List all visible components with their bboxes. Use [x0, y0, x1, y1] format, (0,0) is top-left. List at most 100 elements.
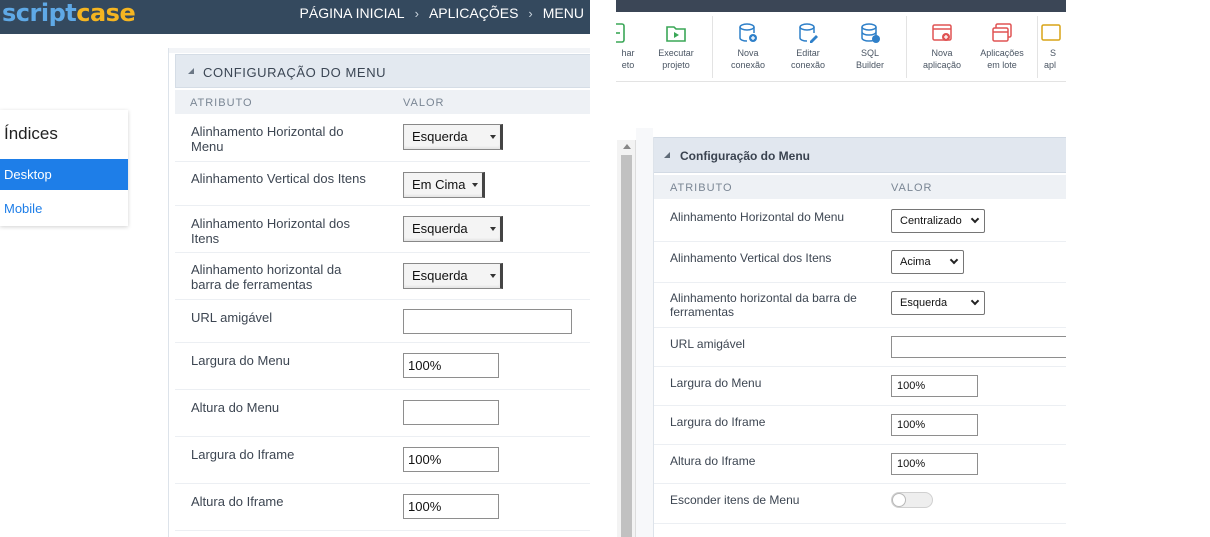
- top-navigation-bar: scriptcase PÁGINA INICIAL › APLICAÇÕES ›…: [0, 0, 590, 34]
- table-row: Alinhamento Vertical dos Itens Acima: [654, 242, 1066, 283]
- batch-apps-icon: [991, 22, 1013, 44]
- chevron-down-icon: [949, 255, 959, 265]
- toolbar-separator: [906, 16, 907, 78]
- vertical-items-alignment-select[interactable]: Acima: [891, 250, 964, 274]
- edit-connection-button[interactable]: Editar conexão: [778, 22, 838, 71]
- row-label: Alinhamento Horizontal do Menu: [670, 210, 845, 224]
- table-row: URL amigável: [175, 300, 590, 343]
- toolbar-alignment-select[interactable]: Esquerda: [403, 263, 503, 289]
- panel-header[interactable]: CONFIGURAÇÃO DO MENU: [175, 54, 590, 88]
- table-row: Alinhamento Vertical dos Itens Em Cima: [175, 162, 590, 206]
- indices-title: Índices: [4, 124, 58, 143]
- table-row: Largura do Iframe 100%: [654, 406, 1066, 445]
- database-sql-icon: [859, 22, 881, 44]
- menu-config-panel: CONFIGURAÇÃO DO MENU ATRIBUTO VALOR Alin…: [168, 48, 590, 537]
- dropdown-caret-icon: [490, 227, 496, 231]
- panel-header[interactable]: Configuração do Menu: [654, 137, 1066, 173]
- nav-link-home[interactable]: PÁGINA INICIAL: [300, 5, 405, 21]
- iframe-width-input[interactable]: 100%: [403, 447, 499, 472]
- row-label: Alinhamento horizontal da barra de ferra…: [670, 291, 857, 319]
- chevron-down-icon: [970, 214, 980, 224]
- row-label: Alinhamento Horizontal dos Itens: [191, 216, 350, 246]
- toolbar-separator: [1037, 16, 1038, 78]
- table-row: Altura do Iframe 100%: [654, 445, 1066, 484]
- indices-item-mobile[interactable]: Mobile: [0, 193, 128, 224]
- main-toolbar: har eto Executar projeto Nova conexão Ed…: [616, 12, 1066, 82]
- row-label: Largura do Iframe: [191, 447, 295, 462]
- iframe-width-input[interactable]: 100%: [891, 414, 978, 436]
- table-row: Largura do Iframe 100%: [175, 437, 590, 484]
- table-row: Largura do Menu 100%: [654, 367, 1066, 406]
- row-label: URL amigável: [191, 310, 273, 325]
- chevron-down-icon: [970, 296, 980, 306]
- column-header: ATRIBUTO VALOR: [654, 175, 1066, 199]
- indices-item-desktop[interactable]: Desktop: [0, 159, 128, 190]
- toolbar-button-partial[interactable]: har eto: [616, 22, 646, 71]
- document-icon: [616, 22, 627, 44]
- menu-config-panel: Configuração do Menu ATRIBUTO VALOR Alin…: [653, 137, 1066, 537]
- row-label: Alinhamento Vertical dos Itens: [670, 251, 832, 265]
- row-label: Altura do Menu: [191, 400, 280, 415]
- database-edit-icon: [797, 22, 819, 44]
- menu-width-input[interactable]: 100%: [891, 375, 978, 397]
- toolbar-alignment-select[interactable]: Esquerda: [891, 291, 985, 315]
- toolbar-separator: [712, 16, 713, 78]
- table-row: Largura do Menu 100%: [175, 343, 590, 390]
- breadcrumb: PÁGINA INICIAL › APLICAÇÕES › MENU: [300, 5, 584, 21]
- hide-menu-items-toggle[interactable]: [891, 492, 933, 508]
- row-label: Largura do Iframe: [670, 415, 766, 429]
- friendly-url-input[interactable]: [891, 336, 1066, 358]
- play-folder-icon: [665, 22, 687, 44]
- dropdown-caret-icon: [490, 135, 496, 139]
- horizontal-menu-alignment-select[interactable]: Centralizado: [891, 209, 985, 233]
- collapse-triangle-icon: [188, 68, 194, 74]
- scriptcase-logo[interactable]: scriptcase: [2, 0, 136, 26]
- nav-link-applications[interactable]: APLICAÇÕES: [429, 5, 518, 21]
- row-label: Alinhamento horizontal da barra de ferra…: [191, 262, 342, 292]
- table-row: Alinhamento Horizontal do Menu Esquerda: [175, 114, 590, 162]
- database-add-icon: [737, 22, 759, 44]
- new-connection-button[interactable]: Nova conexão: [718, 22, 778, 71]
- new-app-icon: [931, 22, 953, 44]
- row-label: Largura do Menu: [670, 376, 762, 390]
- iframe-height-input[interactable]: 100%: [403, 494, 499, 519]
- scriptcase-app-screenshot: har eto Executar projeto Nova conexão Ed…: [616, 0, 1066, 537]
- breadcrumb-separator-icon: ›: [414, 5, 419, 21]
- row-label: Alinhamento Horizontal do Menu: [191, 124, 344, 154]
- column-attribute: ATRIBUTO: [190, 97, 253, 109]
- vertical-scrollbar[interactable]: [617, 140, 636, 537]
- table-row: Esconder itens de Menu: [654, 484, 1066, 524]
- column-header: ATRIBUTO VALOR: [175, 90, 590, 114]
- menu-height-input[interactable]: [403, 400, 499, 425]
- toolbar-button-partial[interactable]: S apl: [1040, 22, 1066, 71]
- toggle-knob: [892, 493, 906, 507]
- table-row: Altura do Menu: [175, 390, 590, 437]
- horizontal-menu-alignment-select[interactable]: Esquerda: [403, 124, 503, 150]
- menu-width-input[interactable]: 100%: [403, 353, 499, 378]
- table-row: URL amigável: [654, 328, 1066, 367]
- scroll-up-icon[interactable]: [623, 144, 631, 149]
- run-project-button[interactable]: Executar projeto: [646, 22, 706, 71]
- iframe-height-input[interactable]: 100%: [891, 453, 978, 475]
- column-value: VALOR: [403, 97, 445, 109]
- row-label: Altura do Iframe: [191, 494, 284, 509]
- column-attribute: ATRIBUTO: [670, 182, 733, 194]
- panel-tabs-strip: [169, 48, 590, 53]
- new-application-button[interactable]: Nova aplicação: [912, 22, 972, 71]
- panel-title: CONFIGURAÇÃO DO MENU: [203, 65, 387, 80]
- table-row: Alinhamento horizontal da barra de ferra…: [175, 253, 590, 300]
- row-label: Altura do Iframe: [670, 454, 756, 468]
- batch-applications-button[interactable]: Aplicações em lote: [972, 22, 1032, 71]
- table-row: Altura do Iframe 100%: [175, 484, 590, 531]
- horizontal-items-alignment-select[interactable]: Esquerda: [403, 216, 503, 242]
- scrollbar-thumb[interactable]: [621, 155, 632, 537]
- sql-builder-button[interactable]: SQL Builder: [840, 22, 900, 71]
- nav-link-menu[interactable]: MENU: [543, 5, 584, 21]
- friendly-url-input[interactable]: [403, 309, 572, 334]
- row-label: Largura do Menu: [191, 353, 291, 368]
- vertical-items-alignment-select[interactable]: Em Cima: [403, 172, 485, 198]
- panel-title: Configuração do Menu: [680, 149, 810, 163]
- indices-box: Índices Desktop Mobile: [0, 110, 128, 226]
- app-top-bar: [616, 0, 1066, 12]
- row-label: Alinhamento Vertical dos Itens: [191, 171, 366, 186]
